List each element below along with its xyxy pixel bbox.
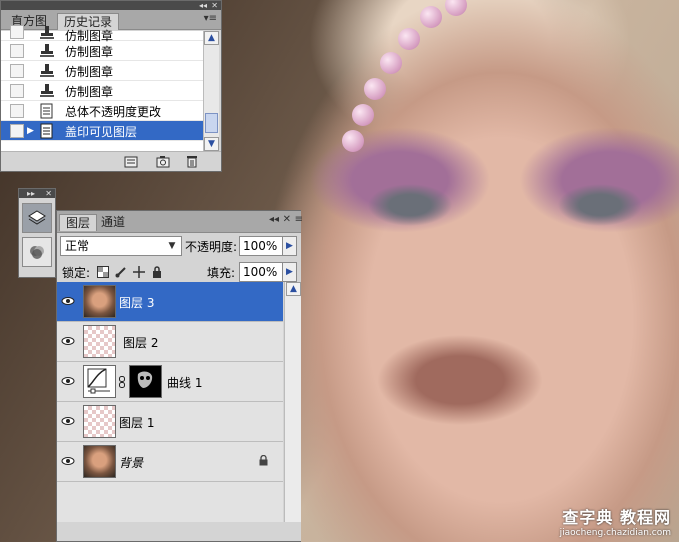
- history-item-label: 仿制图章: [65, 85, 114, 99]
- watermark: 查字典 教程网 jiaocheng.chazidian.com: [560, 504, 671, 538]
- layer-thumbnail: [83, 285, 116, 318]
- lock-transparency-icon[interactable]: [97, 266, 109, 278]
- history-list: 仿制图章 仿制图章 仿制图章 仿制图章 总体不透明度更改 ▶ 盖印可见图层: [1, 25, 204, 151]
- layer-row[interactable]: 图层 3: [57, 282, 283, 322]
- blend-mode-select[interactable]: 正常 ▼: [60, 236, 182, 256]
- snapshot-source-checkbox[interactable]: [10, 44, 24, 58]
- list-item-selected[interactable]: ▶ 盖印可见图层: [1, 121, 204, 141]
- layers-panel: 图层 通道 ◂◂ ✕ ≡ 正常 ▼ 不透明度: 100% ▶ 锁定: 填充: 1…: [56, 210, 303, 542]
- tab-layers[interactable]: 图层: [59, 214, 98, 231]
- list-item[interactable]: 仿制图章: [1, 61, 204, 81]
- history-panel: ◂◂ ✕ 直方图 历史记录 ▾≡ 仿制图章 仿制图章 仿制图章 仿制图章 总体不…: [0, 0, 222, 172]
- scroll-thumb[interactable]: [205, 113, 218, 133]
- layer-thumbnail: [83, 325, 116, 358]
- clone-stamp-icon: [40, 64, 54, 77]
- lock-all-icon[interactable]: [151, 266, 163, 278]
- scroll-down-icon[interactable]: ▼: [204, 137, 219, 151]
- layer-row[interactable]: 图层 2: [57, 322, 283, 362]
- layers-icon: [28, 210, 46, 225]
- clone-stamp-icon: [40, 84, 54, 97]
- clone-stamp-icon: [40, 44, 54, 57]
- eye-visibility-icon[interactable]: [61, 294, 75, 308]
- list-item[interactable]: 仿制图章: [1, 81, 204, 101]
- layers-list: 图层 3 图层 2 曲线 1 图层 1 背景: [57, 282, 283, 522]
- panel-titlebar[interactable]: ▸▸ ✕: [19, 189, 55, 198]
- layers-scrollbar[interactable]: ▲: [284, 282, 301, 522]
- eye-visibility-icon[interactable]: [61, 334, 75, 348]
- layers-tabs: 图层 通道 ◂◂ ✕ ≡: [57, 211, 303, 233]
- trash-icon[interactable]: [185, 155, 199, 168]
- list-item[interactable]: 仿制图章: [1, 41, 204, 61]
- opacity-slider-button[interactable]: ▶: [282, 236, 297, 256]
- channels-icon: [30, 246, 44, 259]
- lock-position-icon[interactable]: [133, 266, 145, 278]
- panel-dock-strip: ▸▸ ✕: [18, 188, 56, 278]
- layer-row[interactable]: 图层 1: [57, 402, 283, 442]
- blend-mode-value: 正常: [65, 239, 90, 253]
- layer-name[interactable]: 背景: [119, 454, 143, 471]
- history-state-marker-icon: ▶: [27, 126, 34, 136]
- history-footer: [1, 151, 221, 171]
- history-item-label: 盖印可见图层: [65, 125, 138, 139]
- collapse-icon[interactable]: ◂◂: [199, 1, 207, 10]
- layer-row[interactable]: 背景: [57, 442, 283, 482]
- history-item-label: 仿制图章: [65, 65, 114, 79]
- new-document-from-state-icon[interactable]: [124, 155, 138, 168]
- lock-icon: [259, 455, 268, 466]
- snapshot-camera-icon[interactable]: [156, 155, 170, 168]
- history-state-icon: [40, 103, 53, 119]
- panel-menu-icon[interactable]: ▾≡: [204, 13, 217, 24]
- layer-thumbnail: [83, 405, 116, 438]
- list-item[interactable]: 总体不透明度更改: [1, 101, 204, 121]
- blend-options-row: 正常 ▼ 不透明度: 100% ▶: [57, 233, 301, 259]
- snapshot-source-checkbox[interactable]: [10, 104, 24, 118]
- lock-image-pixels-icon[interactable]: [115, 266, 127, 278]
- layer-name[interactable]: 图层 3: [119, 294, 154, 311]
- clone-stamp-icon: [40, 26, 54, 39]
- history-scrollbar[interactable]: ▲ ▼: [203, 31, 219, 151]
- watermark-title: 查字典 教程网: [562, 508, 671, 527]
- snapshot-source-checkbox[interactable]: [10, 64, 24, 78]
- close-icon[interactable]: ✕: [45, 189, 52, 198]
- chevron-down-icon: ▼: [168, 241, 176, 251]
- close-icon[interactable]: ✕: [283, 214, 291, 225]
- expand-icon[interactable]: ▸▸: [27, 189, 35, 198]
- panel-titlebar[interactable]: ◂◂ ✕: [1, 1, 221, 10]
- eye-visibility-icon[interactable]: [61, 374, 75, 388]
- watermark-url: jiaocheng.chazidian.com: [559, 528, 671, 538]
- snapshot-source-checkbox[interactable]: [10, 25, 24, 39]
- curves-adjustment-icon: [83, 365, 116, 398]
- layer-thumbnail: [83, 445, 116, 478]
- layer-name[interactable]: 曲线 1: [167, 374, 202, 391]
- history-state-icon: [40, 123, 53, 139]
- channels-panel-button[interactable]: [22, 237, 52, 267]
- opacity-label: 不透明度:: [185, 240, 238, 254]
- panel-menu-icon[interactable]: ≡: [295, 214, 303, 225]
- list-item[interactable]: 仿制图章: [1, 25, 204, 43]
- opacity-input[interactable]: 100%: [239, 236, 283, 256]
- history-item-label: 总体不透明度更改: [65, 105, 162, 119]
- close-icon[interactable]: ✕: [211, 1, 218, 10]
- eye-visibility-icon[interactable]: [61, 454, 75, 468]
- lock-label: 锁定:: [62, 266, 91, 280]
- fill-slider-button[interactable]: ▶: [282, 262, 297, 282]
- eye-visibility-icon[interactable]: [61, 414, 75, 428]
- layer-name[interactable]: 图层 2: [123, 334, 158, 351]
- layer-row[interactable]: 曲线 1: [57, 362, 283, 402]
- chain-link-icon[interactable]: [119, 376, 125, 388]
- scroll-up-icon[interactable]: ▲: [204, 31, 219, 45]
- layer-name[interactable]: 图层 1: [119, 414, 154, 431]
- fill-input[interactable]: 100%: [239, 262, 283, 282]
- history-item-label: 仿制图章: [65, 45, 114, 59]
- layers-panel-button[interactable]: [22, 203, 52, 233]
- tab-channels[interactable]: 通道: [95, 214, 131, 231]
- layer-mask-thumbnail: [129, 365, 162, 398]
- fill-label: 填充:: [207, 266, 236, 280]
- collapse-icon[interactable]: ◂◂: [269, 214, 279, 225]
- snapshot-source-checkbox[interactable]: [10, 84, 24, 98]
- scroll-up-icon[interactable]: ▲: [286, 282, 301, 296]
- snapshot-source-checkbox[interactable]: [10, 124, 24, 138]
